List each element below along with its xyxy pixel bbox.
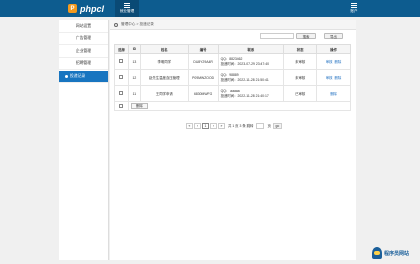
sidebar-item-companies[interactable]: 企业管理: [59, 46, 108, 58]
cell-contact: QQ：8823462 投递时间：2023-07-29 23:47:40: [217, 53, 285, 70]
applications-table: 选择 ID 姓名 编号 联系 状态 操作 13 李明同学 DU8Y29A4R Q…: [114, 44, 352, 111]
sidebar-item-label: 广告管理: [75, 36, 92, 41]
breadcrumb-text: 管理中心 > 投递记录: [121, 22, 154, 26]
row-checkbox[interactable]: [119, 91, 124, 95]
menu-icon: [351, 3, 357, 8]
cell-contact: QQ：98889 投递时间：2022-11-28 21:50:41: [217, 69, 285, 86]
home-icon: [114, 22, 118, 27]
first-page-button[interactable]: «: [186, 122, 193, 129]
prev-page-button[interactable]: ‹: [194, 122, 201, 129]
toolbar: 搜索 导出: [110, 30, 356, 42]
main-panel: 管理中心 > 投递记录 搜索 导出 选择 ID 姓名 编号 联系 状态 操作 1…: [110, 20, 356, 260]
sidebar-item-label: 招聘管理: [75, 61, 92, 66]
cell-name: 王同学申请: [139, 85, 189, 102]
top-bar: P phpcl 就业管理 账户: [0, 0, 420, 17]
table-row: 13 李明同学 DU8Y29A4R QQ：8823462 投递时间：2023-07…: [114, 53, 351, 70]
go-button[interactable]: go: [272, 122, 282, 129]
account-label: 账户: [350, 9, 358, 13]
sidebar-item-label: 投递记录: [70, 73, 86, 78]
sidebar: 网站设置 广告管理 企业管理 招聘管理 投递记录: [59, 20, 109, 260]
delete-link[interactable]: 删除: [335, 76, 342, 80]
cell-code: DU8Y29A4R: [187, 53, 219, 70]
logo-text: phpcl: [80, 3, 104, 14]
sidebar-item-label: 网站设置: [75, 23, 92, 28]
cell-status: 未审核: [283, 69, 318, 86]
contact-time: 投递时间：2022-11-28 21:40:17: [220, 93, 269, 98]
export-button[interactable]: 导出: [324, 33, 343, 39]
watermark: 程序员网站: [372, 247, 409, 259]
mascot-icon: [372, 247, 382, 259]
cell-id: 12: [127, 69, 141, 86]
sidebar-item-applications[interactable]: 投递记录: [59, 71, 108, 83]
sidebar-item-recruitment[interactable]: 招聘管理: [59, 59, 108, 70]
search-input[interactable]: [260, 33, 294, 39]
table-footer-row: 删除: [114, 101, 352, 111]
col-actions: 操作: [316, 44, 351, 54]
logo-mark: P: [68, 4, 77, 13]
sidebar-item-site-settings[interactable]: 网站设置: [59, 21, 108, 33]
col-code: 编号: [187, 44, 219, 54]
watermark-text: 程序员网站: [384, 250, 410, 257]
col-select: 选择: [114, 44, 129, 54]
col-status: 状态: [283, 44, 318, 54]
bulk-delete-button[interactable]: 删除: [130, 103, 148, 109]
cell-code: P09MWZOOD: [187, 69, 219, 86]
row-checkbox[interactable]: [119, 75, 124, 79]
cell-contact: QQ： aaaaa 投递时间：2022-11-28 21:40:17: [217, 85, 285, 102]
sidebar-item-label: 企业管理: [75, 48, 92, 53]
next-page-button[interactable]: ›: [210, 122, 217, 129]
logo[interactable]: P phpcl: [68, 3, 104, 14]
breadcrumb: 管理中心 > 投递记录: [110, 20, 356, 30]
contact-time: 投递时间：2022-11-28 21:50:41: [220, 77, 269, 82]
cell-actions: 删除: [316, 85, 351, 102]
table-row: 11 王同学申请 6830MWFG QQ： aaaaa 投递时间：2022-11-…: [114, 85, 351, 102]
sidebar-item-ads[interactable]: 广告管理: [59, 34, 108, 45]
table-header-row: 选择 ID 姓名 编号 联系 状态 操作: [114, 44, 351, 54]
cell-id: 11: [127, 85, 141, 102]
col-id: ID: [127, 44, 141, 54]
nav-label: 就业管理: [119, 9, 135, 13]
col-name: 姓名: [139, 44, 189, 54]
col-contact: 联系: [217, 44, 285, 54]
approve-link[interactable]: 审核: [326, 60, 333, 64]
cell-code: 6830MWFG: [187, 85, 219, 102]
select-all-checkbox[interactable]: [119, 103, 124, 108]
page-jump-input[interactable]: [256, 122, 265, 129]
menu-icon: [124, 3, 130, 8]
cell-id: 13: [127, 53, 141, 70]
cell-name: 赵先生温度血压管理: [139, 69, 189, 86]
account-menu[interactable]: 账户: [345, 3, 363, 13]
table-row: 12 赵先生温度血压管理 P09MWZOOD QQ：98889 投递时间：2022…: [114, 69, 351, 86]
row-checkbox[interactable]: [119, 59, 124, 63]
last-page-button[interactable]: »: [218, 122, 225, 129]
page-summary: 共 1 页 3 条 跳转: [228, 124, 254, 128]
pagination: « ‹ 1 › » 共 1 页 3 条 跳转 页 go: [186, 122, 282, 129]
approve-link[interactable]: 审核: [326, 76, 333, 80]
delete-link[interactable]: 删除: [330, 92, 337, 96]
delete-link[interactable]: 删除: [335, 60, 342, 64]
search-button[interactable]: 搜索: [296, 33, 316, 39]
contact-time: 投递时间：2023-07-29 23:47:40: [220, 61, 270, 66]
current-page[interactable]: 1: [202, 122, 209, 129]
cell-name: 李明同学: [139, 53, 189, 70]
page-unit: 页: [267, 124, 271, 128]
cell-status: 已审核: [283, 85, 318, 102]
bullet-icon: [65, 74, 68, 78]
cell-status: 未审核: [283, 53, 318, 70]
nav-employment-management[interactable]: 就业管理: [115, 0, 139, 17]
cell-actions: 审核 删除: [316, 53, 351, 70]
cell-actions: 审核 删除: [316, 69, 351, 86]
